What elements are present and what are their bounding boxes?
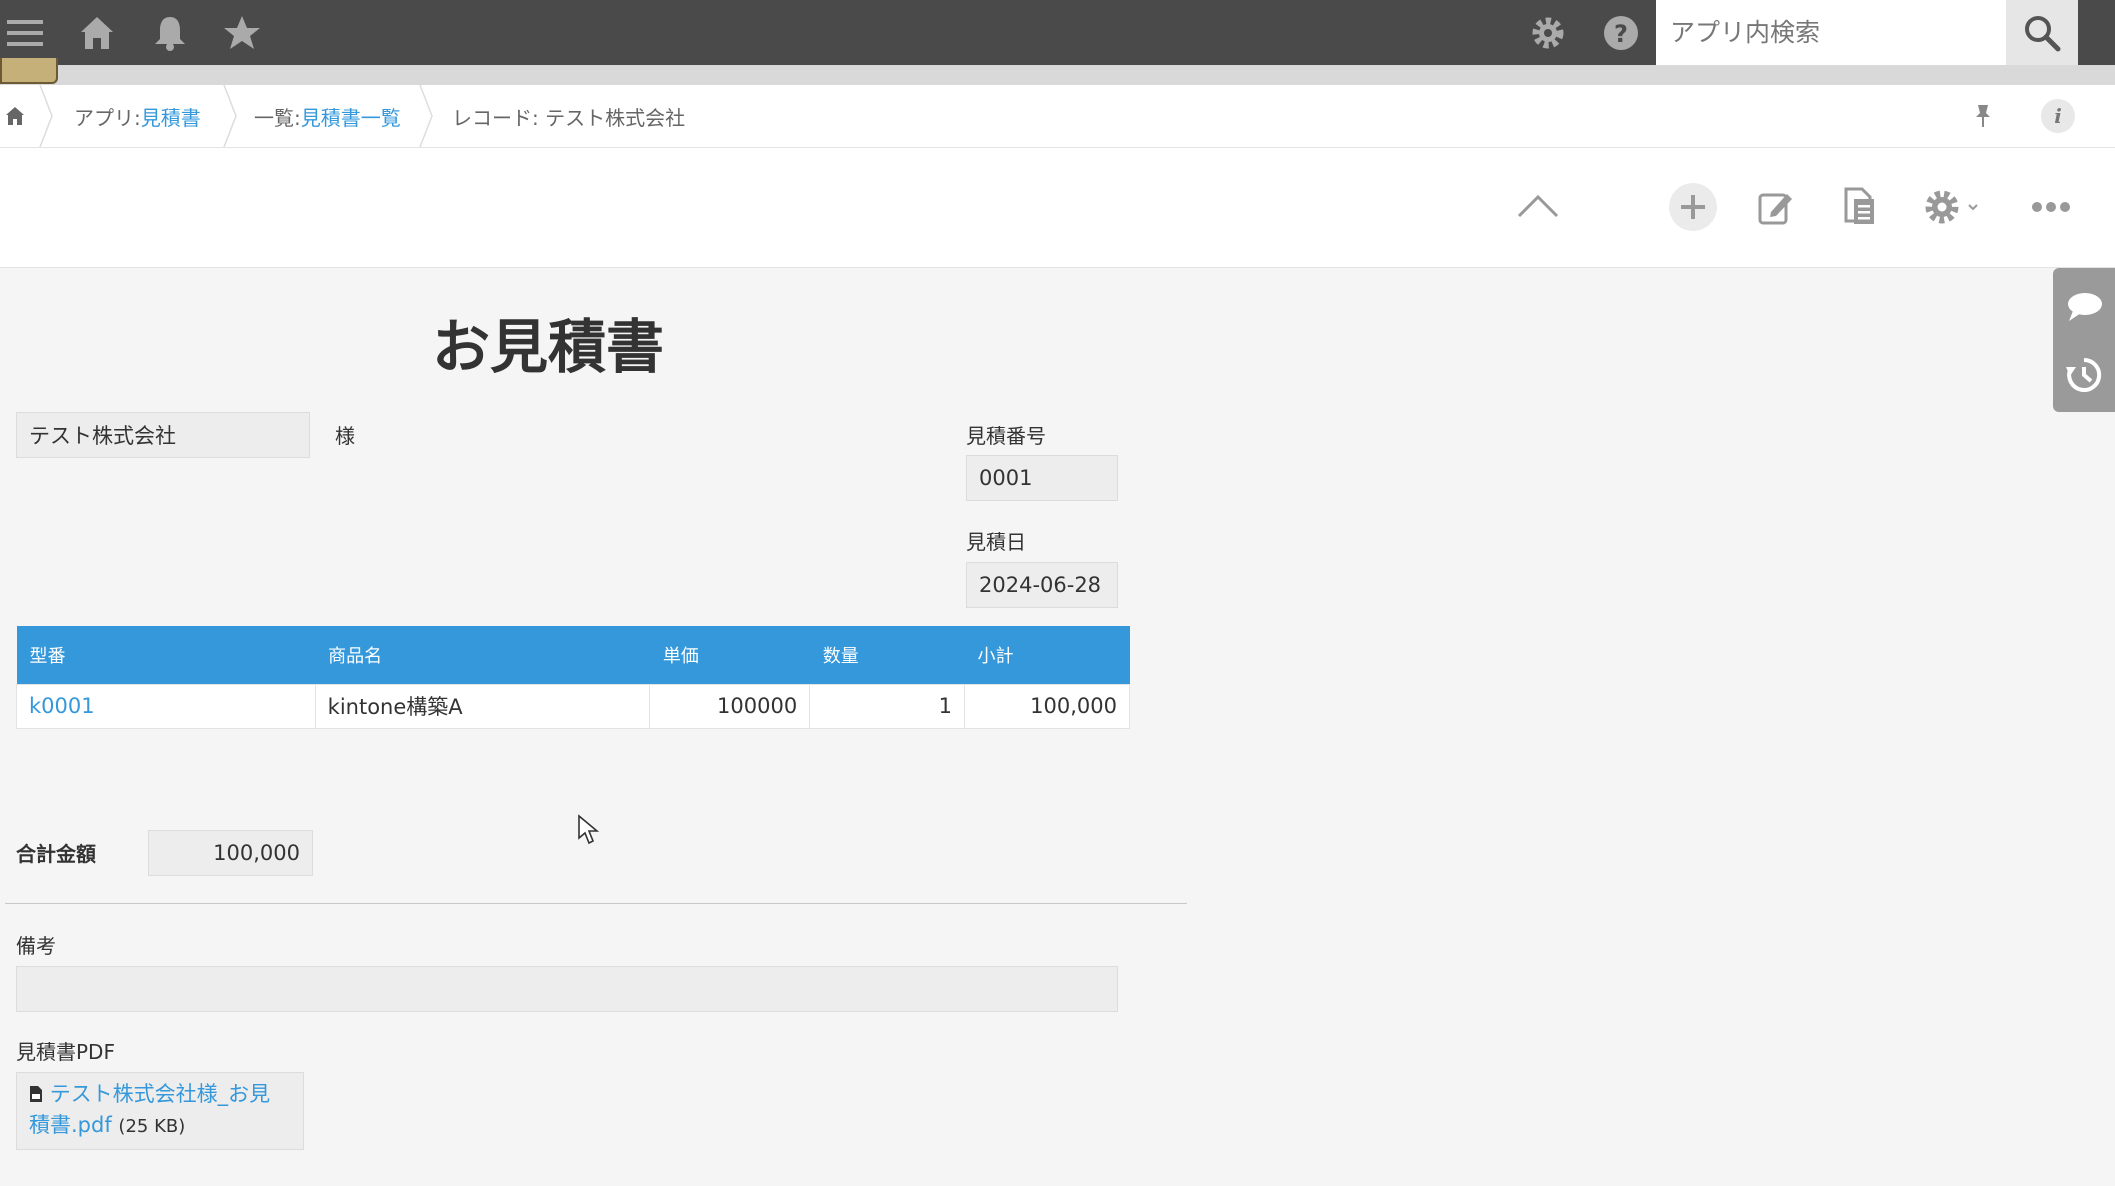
- file-icon: [30, 1086, 42, 1102]
- breadcrumb-record: レコード: テスト株式会社: [452, 85, 685, 147]
- breadcrumb-home[interactable]: [4, 85, 26, 147]
- gear-icon[interactable]: [1922, 183, 1984, 231]
- pdf-link-continued[interactable]: 積書.pdf: [29, 1113, 112, 1137]
- plus-icon[interactable]: [1669, 183, 1717, 231]
- table-row: k0001 kintone構築A 100000 1 100,000: [16, 683, 1130, 729]
- app-logo: [0, 58, 58, 84]
- column-header-unit-price: 単価: [649, 626, 810, 684]
- svg-text:?: ?: [1614, 20, 1628, 48]
- section-divider: [5, 903, 1187, 904]
- breadcrumb: アプリ: 見積書 一覧: 見積書一覧 レコード: テスト株式会社 i: [0, 85, 2115, 148]
- breadcrumb-separator: [39, 85, 53, 147]
- pdf-link[interactable]: テスト株式会社様_お見: [50, 1082, 271, 1106]
- customer-name-field: テスト株式会社: [16, 412, 310, 458]
- breadcrumb-separator: [419, 85, 433, 147]
- quote-date-field: 2024-06-28: [966, 562, 1118, 608]
- record-toolbar: [0, 148, 2115, 268]
- breadcrumb-app-prefix: アプリ:: [74, 105, 141, 130]
- bell-icon[interactable]: [145, 8, 195, 58]
- menu-icon[interactable]: [0, 8, 50, 58]
- history-icon[interactable]: [2053, 344, 2115, 406]
- remarks-label: 備考: [16, 934, 56, 958]
- side-panel-tabs: [2053, 268, 2115, 412]
- svg-text:i: i: [2054, 104, 2062, 128]
- help-icon[interactable]: ?: [1596, 8, 1646, 58]
- breadcrumb-app[interactable]: アプリ: 見積書: [74, 85, 201, 147]
- column-header-product: 商品名: [315, 626, 650, 684]
- quote-number-field: 0001: [966, 455, 1118, 501]
- edit-icon[interactable]: [1752, 183, 1800, 231]
- form-title: お見積書: [432, 313, 665, 381]
- line-items-table: 型番 商品名 単価 数量 小計 k0001 kintone構築A 100000 …: [16, 626, 1130, 729]
- app-search-input[interactable]: [1656, 0, 2006, 65]
- pdf-label: 見積書PDF: [16, 1040, 115, 1064]
- total-label: 合計金額: [16, 842, 96, 866]
- quote-number-label: 見積番号: [966, 424, 1046, 448]
- breadcrumb-list-link[interactable]: 見積書一覧: [301, 102, 401, 131]
- breadcrumb-separator: [223, 85, 237, 147]
- breadcrumb-list[interactable]: 一覧: 見積書一覧: [254, 85, 401, 147]
- pin-icon[interactable]: [1966, 99, 2000, 133]
- top-navigation-bar: ?: [0, 0, 2115, 65]
- header-strip: [0, 65, 2115, 85]
- copy-icon[interactable]: [1836, 183, 1884, 231]
- pdf-file-size: (25 KB): [118, 1116, 186, 1137]
- chevron-up-icon[interactable]: [1514, 182, 1562, 230]
- star-icon[interactable]: [217, 8, 267, 58]
- gear-icon[interactable]: [1523, 8, 1573, 58]
- mouse-cursor-icon: [578, 814, 599, 845]
- table-header-row: 型番 商品名 単価 数量 小計: [16, 626, 1130, 684]
- breadcrumb-app-link[interactable]: 見積書: [141, 102, 201, 131]
- quote-date-label: 見積日: [966, 530, 1026, 554]
- column-header-subtotal: 小計: [964, 626, 1130, 684]
- search-button[interactable]: [2006, 0, 2078, 65]
- cell-quantity: 1: [809, 683, 966, 729]
- info-icon[interactable]: i: [2040, 98, 2076, 134]
- total-field: 100,000: [148, 830, 313, 876]
- column-header-model: 型番: [16, 626, 316, 684]
- customer-suffix-label: 様: [335, 424, 355, 448]
- more-icon[interactable]: [2027, 183, 2075, 231]
- cell-subtotal: 100,000: [964, 683, 1130, 729]
- search-icon: [2025, 15, 2061, 51]
- breadcrumb-record-label: レコード: テスト株式会社: [452, 105, 686, 130]
- home-icon: [6, 107, 24, 125]
- column-header-quantity: 数量: [809, 626, 965, 684]
- remarks-field: [16, 966, 1118, 1012]
- cell-unit-price: 100000: [649, 683, 811, 729]
- comment-icon[interactable]: [2053, 276, 2115, 338]
- breadcrumb-list-prefix: 一覧:: [254, 105, 301, 130]
- model-link[interactable]: k0001: [29, 694, 95, 718]
- cell-product: kintone構築A: [314, 683, 651, 729]
- pdf-attachment: テスト株式会社様_お見 積書.pdf (25 KB): [16, 1072, 304, 1150]
- cell-model: k0001: [16, 683, 316, 729]
- home-icon[interactable]: [72, 8, 122, 58]
